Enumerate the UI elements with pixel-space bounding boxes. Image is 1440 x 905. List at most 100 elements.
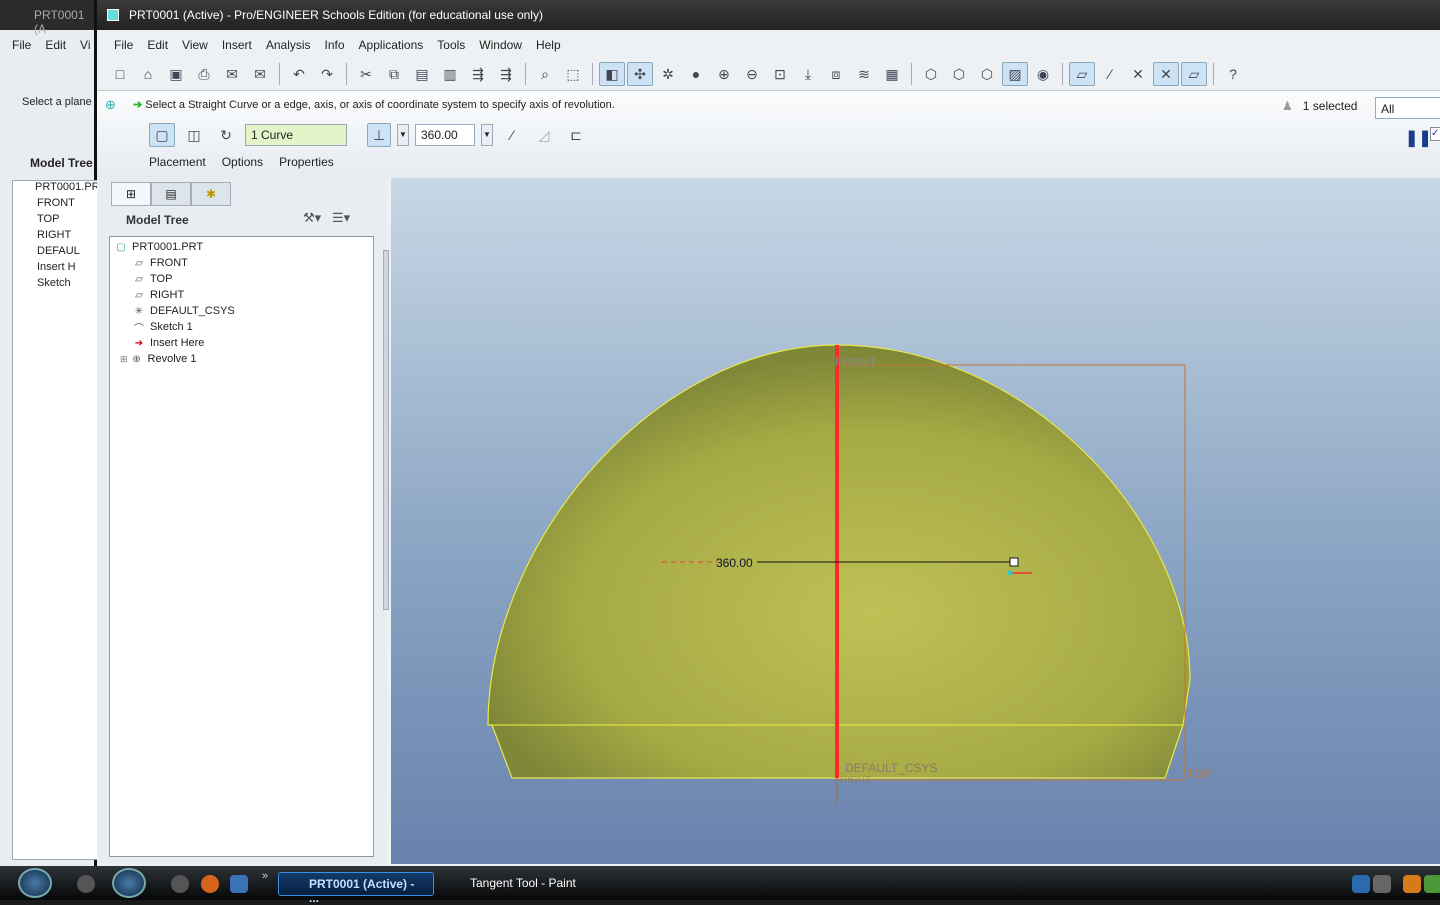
axis-display-icon[interactable]: ⁄ [1097, 62, 1123, 86]
shading-icon[interactable]: ● [683, 62, 709, 86]
tab-placement[interactable]: Placement [149, 155, 206, 169]
tray-icon[interactable] [1373, 875, 1391, 893]
paste-icon[interactable]: ▤ [409, 62, 435, 86]
spin-center-icon[interactable]: ✲ [655, 62, 681, 86]
menu-help[interactable]: Help [529, 36, 568, 54]
pause-icon[interactable]: ❚❚ [1405, 128, 1432, 148]
tray-icon[interactable] [1424, 875, 1440, 893]
bg-menu-view[interactable]: Vi [80, 38, 90, 52]
title-bar[interactable]: PRT0001 (Active) - Pro/ENGINEER Schools … [97, 0, 1440, 30]
paste-special-icon[interactable]: ▥ [437, 62, 463, 86]
solid-button[interactable]: ▢ [149, 123, 175, 147]
print-icon[interactable]: ⎙ [191, 62, 217, 86]
redo-icon[interactable]: ↷ [314, 62, 340, 86]
tree-item[interactable]: ▱ RIGHT [110, 287, 373, 303]
bg-tree-item[interactable]: Insert H [13, 261, 101, 277]
find-icon[interactable]: ⌕ [532, 62, 558, 86]
undo-icon[interactable]: ↶ [286, 62, 312, 86]
zoom-out-icon[interactable]: ⊖ [739, 62, 765, 86]
flip-direction-icon[interactable]: ⁄ [499, 123, 525, 147]
axis-collector[interactable]: 1 Curve [245, 124, 347, 146]
bg-tree-item[interactable]: RIGHT [13, 229, 101, 245]
menu-analysis[interactable]: Analysis [259, 36, 318, 54]
background-window[interactable]: PRT0001 (A File Edit Vi Select a plane M… [0, 0, 102, 866]
show-icon[interactable]: ☰▾ [332, 210, 350, 225]
reorient-icon[interactable]: ⤓ [795, 62, 821, 86]
select-box-icon[interactable]: ⬚ [560, 62, 586, 86]
bg-tree-item[interactable]: Sketch [13, 277, 101, 293]
angle-type-dropdown[interactable]: ▼ [397, 124, 409, 146]
hidden-line-icon[interactable]: ⬡ [946, 62, 972, 86]
angle-type-button[interactable]: ⊥ [367, 123, 391, 147]
browser-icon[interactable] [201, 875, 219, 893]
annotation-display-icon[interactable]: ▱ [1181, 62, 1207, 86]
shaded-icon[interactable]: ▨ [1002, 62, 1028, 86]
model-tree[interactable]: ▢ PRT0001.PRT ▱ FRONT ▱ TOP ▱ RIGHT ✳ DEFAULT_CSY… [109, 236, 374, 857]
email-icon[interactable]: ✉ [219, 62, 245, 86]
quicklaunch-icon[interactable] [77, 875, 95, 893]
apply-checkmark-icon[interactable]: ✓ [1430, 127, 1440, 141]
thicken-icon[interactable]: ⊏ [563, 123, 589, 147]
zoom-in-icon[interactable]: ⊕ [711, 62, 737, 86]
regenerate-manager-icon[interactable]: ⇶ [493, 62, 519, 86]
copy-icon[interactable]: ⧉ [381, 62, 407, 86]
menu-applications[interactable]: Applications [352, 36, 431, 54]
panel-splitter[interactable] [383, 250, 389, 610]
tray-icon[interactable] [1403, 875, 1421, 893]
bg-tree-item[interactable]: FRONT [13, 197, 101, 213]
selection-filter[interactable]: All [1375, 97, 1440, 119]
save-icon[interactable]: ▣ [163, 62, 189, 86]
tree-item[interactable]: ▱ FRONT [110, 255, 373, 271]
angle-dropdown[interactable]: ▼ [481, 124, 493, 146]
view-manager-icon[interactable]: ▦ [879, 62, 905, 86]
tab-options[interactable]: Options [222, 155, 263, 169]
axis-icon-button[interactable]: ↻ [213, 123, 239, 147]
tree-item[interactable]: ⊞ ⊕ Revolve 1 [110, 351, 373, 367]
bg-menu-file[interactable]: File [12, 38, 31, 52]
favorites-tab[interactable]: ✱ [191, 182, 231, 206]
more-icon[interactable]: » [262, 870, 268, 882]
menu-window[interactable]: Window [472, 36, 529, 54]
bg-tree-item[interactable]: PRT0001.PR [13, 181, 101, 197]
menu-view[interactable]: View [175, 36, 215, 54]
bg-tree-item[interactable]: TOP [13, 213, 101, 229]
menu-edit[interactable]: Edit [140, 36, 175, 54]
tray-icon[interactable] [1352, 875, 1370, 893]
tree-item[interactable]: ▢ PRT0001.PRT [110, 239, 373, 255]
refit-icon[interactable]: ⊡ [767, 62, 793, 86]
taskbar-button-proe[interactable]: PRT0001 (Active) - ... [278, 872, 434, 905]
tree-item[interactable]: ▱ TOP [110, 271, 373, 287]
tree-item[interactable]: ➔ Insert Here [110, 335, 373, 351]
tab-properties[interactable]: Properties [279, 155, 334, 169]
bg-model-tree[interactable]: PRT0001.PR FRONT TOP RIGHT DEFAUL Insert… [12, 180, 102, 860]
start-orb-2[interactable] [112, 868, 146, 898]
menu-info[interactable]: Info [318, 36, 352, 54]
quicklaunch-icon[interactable] [171, 875, 189, 893]
point-display-icon[interactable]: ✣ [627, 62, 653, 86]
taskbar-button-paint[interactable]: Tangent Tool - Paint [440, 872, 610, 896]
bg-menu-edit[interactable]: Edit [45, 38, 66, 52]
saved-views-icon[interactable]: ⧈ [823, 62, 849, 86]
graphics-window[interactable]: 360.00 FRONT DEFAULT_CSYS TOP RIGHT [391, 178, 1440, 864]
surface-button[interactable]: ◫ [181, 123, 207, 147]
csys-display-icon[interactable]: ✕ [1153, 62, 1179, 86]
regenerate-icon[interactable]: ⇶ [465, 62, 491, 86]
menu-file[interactable]: File [107, 36, 140, 54]
datum-display-icon[interactable]: ◧ [599, 62, 625, 86]
model-viewport[interactable]: 360.00 FRONT DEFAULT_CSYS TOP RIGHT [391, 178, 1440, 864]
expand-icon[interactable]: ⊞ [120, 354, 128, 365]
context-help-icon[interactable]: ? [1220, 62, 1246, 86]
point-display-2-icon[interactable]: ✕ [1125, 62, 1151, 86]
tree-item[interactable]: ✳ DEFAULT_CSYS [110, 303, 373, 319]
tree-settings-icon[interactable]: ⚒▾ [303, 210, 321, 225]
display-style-icon[interactable]: ◉ [1030, 62, 1056, 86]
model-tree-tab[interactable]: ⊞ [111, 182, 151, 206]
folder-browser-tab[interactable]: ▤ [151, 182, 191, 206]
drag-handle[interactable] [1009, 557, 1019, 567]
tree-item[interactable]: ⌒ Sketch 1 [110, 319, 373, 335]
plane-display-icon[interactable]: ▱ [1069, 62, 1095, 86]
bg-tree-item[interactable]: DEFAUL [13, 245, 101, 261]
menu-insert[interactable]: Insert [215, 36, 259, 54]
open-icon[interactable]: ⌂ [135, 62, 161, 86]
start-orb[interactable] [18, 868, 52, 898]
